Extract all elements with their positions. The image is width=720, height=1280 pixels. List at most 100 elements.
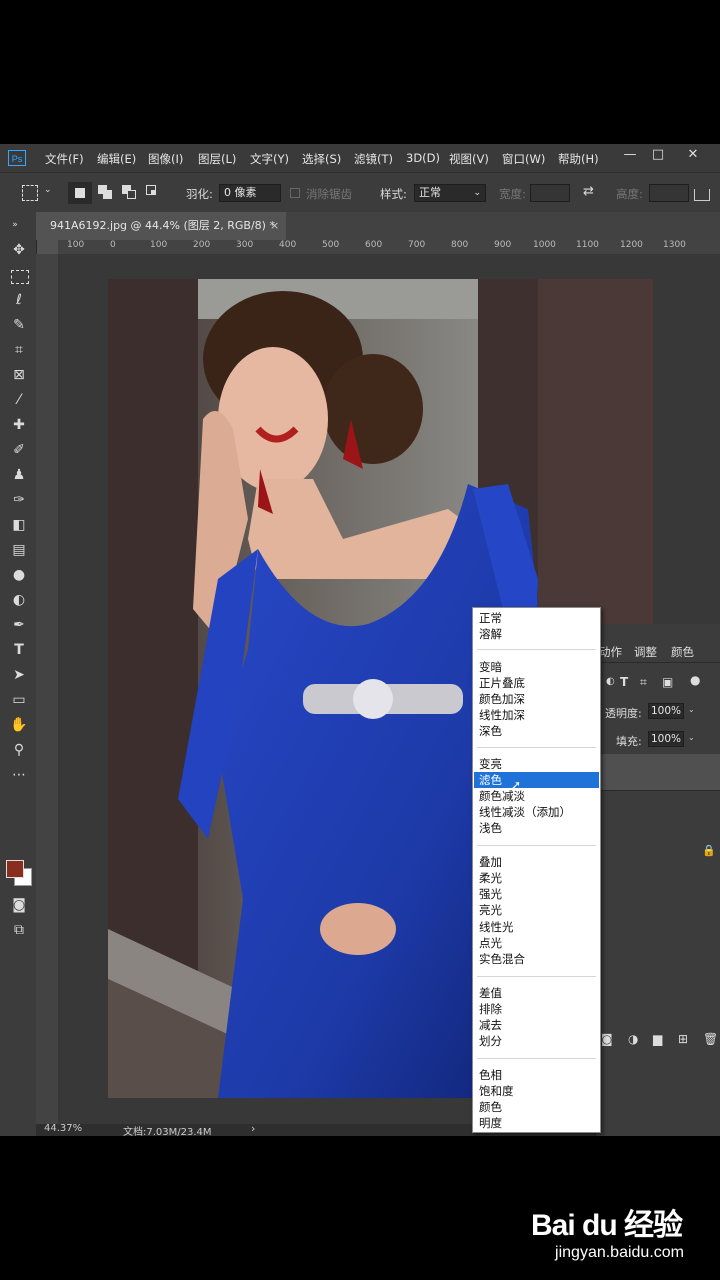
new-selection-button[interactable] <box>68 182 92 204</box>
filter-toggle-icon[interactable]: ● <box>690 673 700 687</box>
eraser-tool-icon[interactable]: ◧ <box>8 514 30 536</box>
trash-icon[interactable]: 🗑 <box>703 1032 718 1046</box>
lasso-tool-icon[interactable]: ℓ <box>8 289 30 311</box>
blend-mode-option[interactable]: 正常 <box>474 610 599 626</box>
rectangle-tool-icon[interactable]: ▭ <box>8 689 30 711</box>
blend-mode-option[interactable]: 颜色加深 <box>474 691 599 707</box>
blend-mode-option[interactable]: 深色 <box>474 723 599 739</box>
blend-mode-option[interactable]: 浅色 <box>474 820 599 836</box>
gradient-tool-icon[interactable]: ▤ <box>8 539 30 561</box>
blend-mode-option[interactable]: 差值 <box>474 985 599 1001</box>
foreground-color-swatch[interactable] <box>6 860 24 878</box>
blend-mode-option[interactable]: 线性加深 <box>474 707 599 723</box>
blend-mode-option[interactable]: 变暗 <box>474 659 599 675</box>
add-selection-icon[interactable] <box>98 185 114 201</box>
blend-mode-option[interactable]: 饱和度 <box>474 1083 599 1099</box>
clone-stamp-tool-icon[interactable]: ♟ <box>8 464 30 486</box>
menu-image[interactable]: 图像(I) <box>148 151 183 167</box>
style-select[interactable]: 正常 ⌄ <box>414 184 486 202</box>
blend-mode-option[interactable]: 实色混合 <box>474 951 599 967</box>
menu-layer[interactable]: 图层(L) <box>198 151 236 167</box>
maximize-button[interactable]: □ <box>645 146 671 166</box>
zoom-level[interactable]: 44.37% <box>44 1123 82 1134</box>
zoom-tool-icon[interactable]: ⚲ <box>8 739 30 761</box>
path-selection-tool-icon[interactable]: ➤ <box>8 664 30 686</box>
dodge-tool-icon[interactable]: ◐ <box>8 589 30 611</box>
menu-window[interactable]: 窗口(W) <box>502 151 545 167</box>
blend-mode-option[interactable]: 划分 <box>474 1033 599 1049</box>
type-tool-icon[interactable]: T <box>8 639 30 661</box>
blend-mode-option[interactable]: 线性减淡（添加） <box>474 804 599 820</box>
blend-mode-option[interactable]: 减去 <box>474 1017 599 1033</box>
blend-mode-option[interactable]: 色相 <box>474 1067 599 1083</box>
blend-mode-option[interactable]: 变亮 <box>474 756 599 772</box>
move-tool-icon[interactable]: ✥ <box>8 239 30 261</box>
menu-file[interactable]: 文件(F) <box>45 151 84 167</box>
swap-icon[interactable]: ⇄ <box>583 184 594 199</box>
share-icon[interactable] <box>694 189 710 201</box>
blur-tool-icon[interactable]: ● <box>8 564 30 586</box>
filter-smart-icon[interactable]: ▣ <box>662 675 673 689</box>
eyedropper-tool-icon[interactable]: ⁄ <box>8 389 30 411</box>
mask-icon[interactable]: ◙ <box>601 1032 613 1046</box>
layer-row-active[interactable] <box>596 754 720 790</box>
blend-mode-option[interactable]: 线性光 <box>474 919 599 935</box>
history-brush-tool-icon[interactable]: ✑ <box>8 489 30 511</box>
blend-mode-option[interactable]: 点光 <box>474 935 599 951</box>
menu-edit[interactable]: 编辑(E) <box>97 151 136 167</box>
menu-type[interactable]: 文字(Y) <box>250 151 289 167</box>
blend-mode-dropdown[interactable]: 正常 溶解 变暗 正片叠底 颜色加深 线性加深 深色 变亮 滤色 颜色减淡 线性… <box>472 607 601 1133</box>
chevron-down-icon[interactable]: ⌄ <box>688 733 695 742</box>
brush-tool-icon[interactable]: ✐ <box>8 439 30 461</box>
frame-tool-icon[interactable]: ⊠ <box>8 364 30 386</box>
adjustment-layer-icon[interactable]: ◑ <box>628 1032 638 1046</box>
blend-mode-option[interactable]: 叠加 <box>474 854 599 870</box>
tab-actions[interactable]: 动作 <box>599 644 622 660</box>
screen-mode-icon[interactable]: ⧉ <box>8 919 30 941</box>
close-icon[interactable]: × <box>270 212 279 240</box>
healing-brush-tool-icon[interactable]: ✚ <box>8 414 30 436</box>
feather-input[interactable]: 0 像素 <box>219 184 281 202</box>
minimize-button[interactable]: — <box>617 146 643 166</box>
blend-mode-option[interactable]: 溶解 <box>474 626 599 642</box>
menu-view[interactable]: 视图(V) <box>449 151 489 167</box>
blend-mode-option-selected[interactable]: 滤色 <box>474 772 599 788</box>
blend-mode-option[interactable]: 柔光 <box>474 870 599 886</box>
filter-shape-icon[interactable]: ⌗ <box>640 675 647 690</box>
filter-pixel-icon[interactable]: ◐ <box>606 676 615 687</box>
intersect-selection-icon[interactable] <box>146 185 162 201</box>
folder-icon[interactable]: ▆ <box>653 1032 662 1046</box>
blend-mode-option[interactable]: 排除 <box>474 1001 599 1017</box>
menu-3d[interactable]: 3D(D) <box>406 151 440 165</box>
blend-mode-option[interactable]: 亮光 <box>474 902 599 918</box>
height-input[interactable] <box>649 184 689 202</box>
hand-tool-icon[interactable]: ✋ <box>8 714 30 736</box>
preset-dropdown-icon[interactable]: ⌄ <box>44 185 52 195</box>
blend-mode-option[interactable]: 颜色 <box>474 1099 599 1115</box>
width-input[interactable] <box>530 184 570 202</box>
filter-type-icon[interactable]: T <box>620 675 628 689</box>
pen-tool-icon[interactable]: ✒ <box>8 614 30 636</box>
menu-help[interactable]: 帮助(H) <box>558 151 599 167</box>
tab-color[interactable]: 颜色 <box>671 644 694 660</box>
antialias-checkbox[interactable] <box>290 188 300 198</box>
status-menu-icon[interactable]: › <box>251 1122 255 1135</box>
blend-mode-option[interactable]: 颜色减淡 <box>474 788 599 804</box>
quick-select-tool-icon[interactable]: ✎ <box>8 314 30 336</box>
crop-tool-icon[interactable]: ⌗ <box>8 339 30 361</box>
menu-filter[interactable]: 滤镜(T) <box>354 151 393 167</box>
marquee-tool-icon[interactable] <box>11 270 29 284</box>
document-tab[interactable]: 941A6192.jpg @ 44.4% (图层 2, RGB/8) * × <box>36 212 286 240</box>
subtract-selection-icon[interactable] <box>122 185 138 201</box>
tab-adjustments[interactable]: 调整 <box>634 644 657 660</box>
blend-mode-option[interactable]: 正片叠底 <box>474 675 599 691</box>
blend-mode-option[interactable]: 强光 <box>474 886 599 902</box>
opacity-input[interactable]: 100% <box>648 703 684 719</box>
new-layer-icon[interactable]: ⊞ <box>678 1032 688 1046</box>
menu-select[interactable]: 选择(S) <box>302 151 341 167</box>
marquee-preset-icon[interactable] <box>22 185 38 201</box>
more-tools-icon[interactable]: ⋯ <box>8 764 30 786</box>
chevron-down-icon[interactable]: ⌄ <box>688 705 695 714</box>
fill-input[interactable]: 100% <box>648 731 684 747</box>
blend-mode-option[interactable]: 明度 <box>474 1115 599 1131</box>
